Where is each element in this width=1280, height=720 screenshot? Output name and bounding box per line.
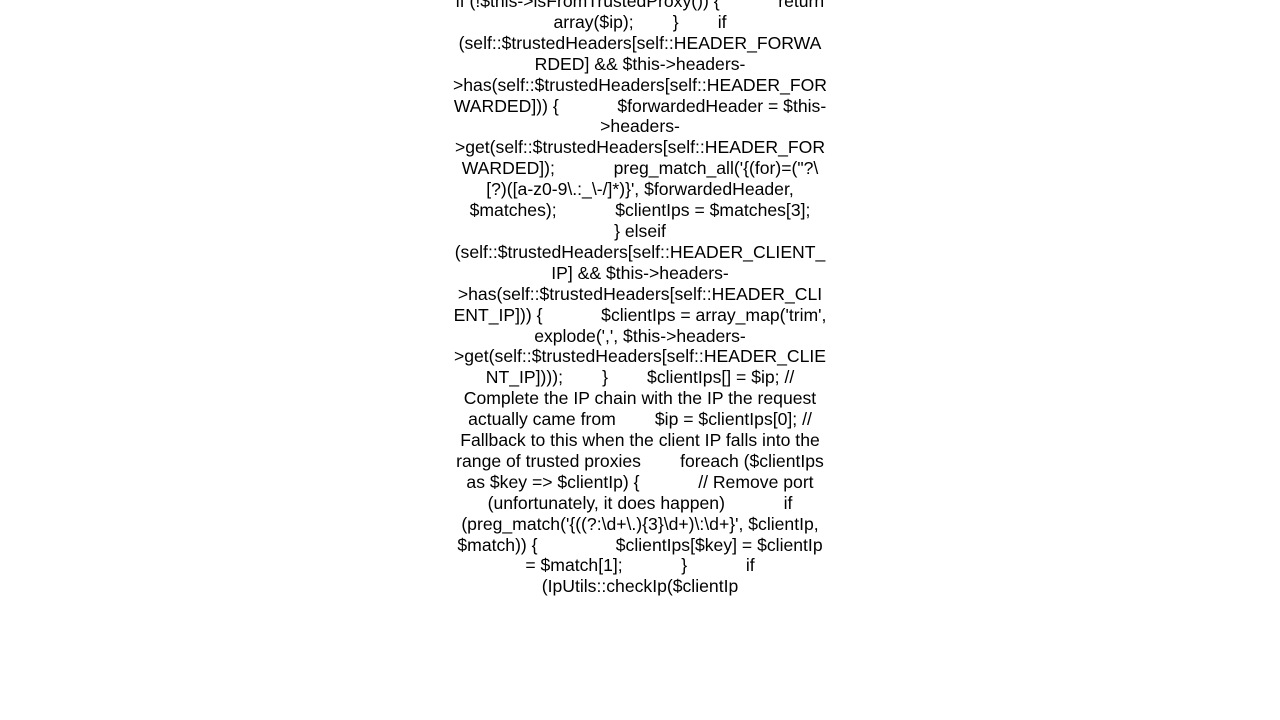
- raw-source-text: if (!$this->isFromTrustedProxy()) { retu…: [452, 0, 850, 597]
- page-viewport: if (!$this->isFromTrustedProxy()) { retu…: [0, 0, 1280, 720]
